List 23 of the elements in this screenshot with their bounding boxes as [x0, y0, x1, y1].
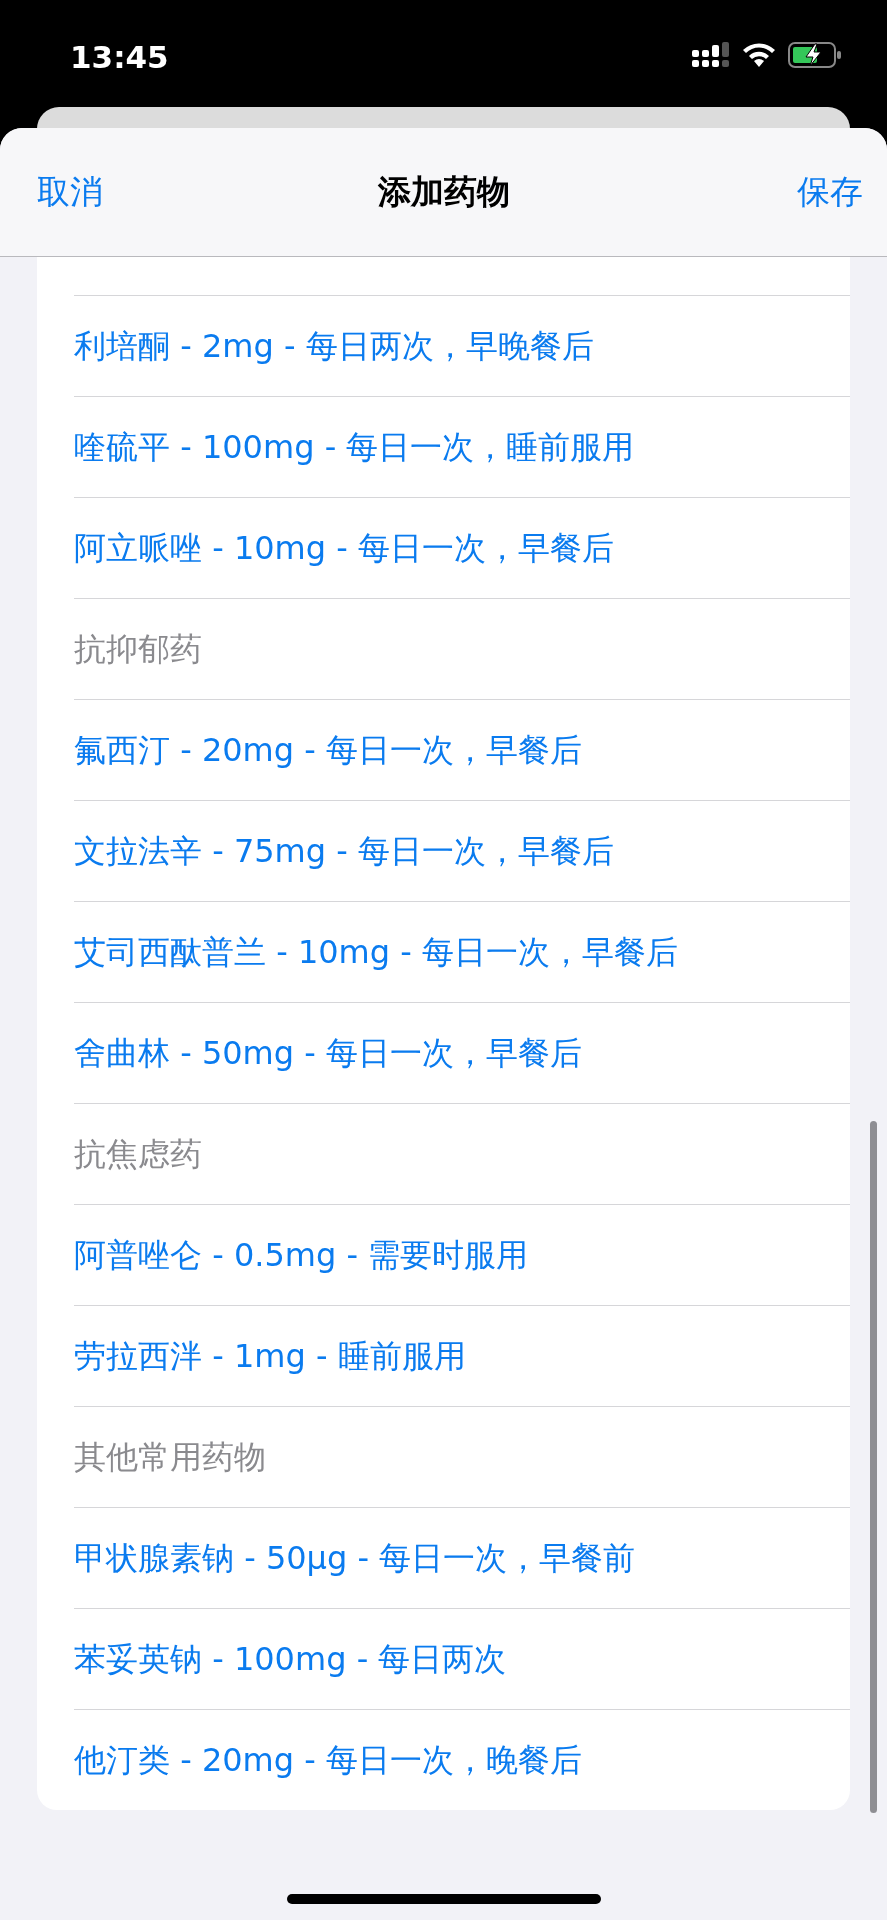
cancel-button[interactable]: 取消: [37, 167, 103, 217]
medication-option[interactable]: 氟西汀 - 20mg - 每日一次，早餐后: [74, 726, 582, 774]
section-header: 其他常用药物: [74, 1437, 266, 1478]
medication-option[interactable]: 苯妥英钠 - 100mg - 每日两次: [74, 1635, 507, 1683]
medication-option[interactable]: 劳拉西泮 - 1mg - 睡前服用: [74, 1332, 466, 1380]
battery-charging-icon: [788, 42, 842, 68]
signal-icon: [692, 42, 730, 68]
medication-option[interactable]: 阿普唑仑 - 0.5mg - 需要时服用: [74, 1231, 529, 1279]
section-header: 抗焦虑药: [74, 1134, 202, 1175]
medication-option[interactable]: 他汀类 - 20mg - 每日一次，晚餐后: [74, 1736, 582, 1784]
medication-option[interactable]: 喹硫平 - 100mg - 每日一次，睡前服用: [74, 423, 635, 471]
medication-option[interactable]: 甲状腺素钠 - 50μg - 每日一次，早餐前: [74, 1534, 636, 1582]
home-indicator[interactable]: [287, 1894, 601, 1904]
status-time: 13:45: [70, 38, 169, 77]
nav-title: 添加药物: [377, 172, 510, 212]
section-header: 抗抑郁药: [74, 629, 202, 670]
wifi-icon: [742, 42, 776, 68]
medication-option[interactable]: 阿立哌唑 - 10mg - 每日一次，早餐后: [74, 524, 614, 572]
medication-option[interactable]: 舍曲林 - 50mg - 每日一次，早餐后: [74, 1029, 582, 1077]
medication-option[interactable]: 利培酮 - 2mg - 每日两次，早晚餐后: [74, 322, 594, 370]
medication-option[interactable]: 艾司西酞普兰 - 10mg - 每日一次，早餐后: [74, 928, 678, 976]
medication-option[interactable]: 文拉法辛 - 75mg - 每日一次，早餐后: [74, 827, 614, 875]
save-button[interactable]: 保存: [797, 167, 863, 217]
